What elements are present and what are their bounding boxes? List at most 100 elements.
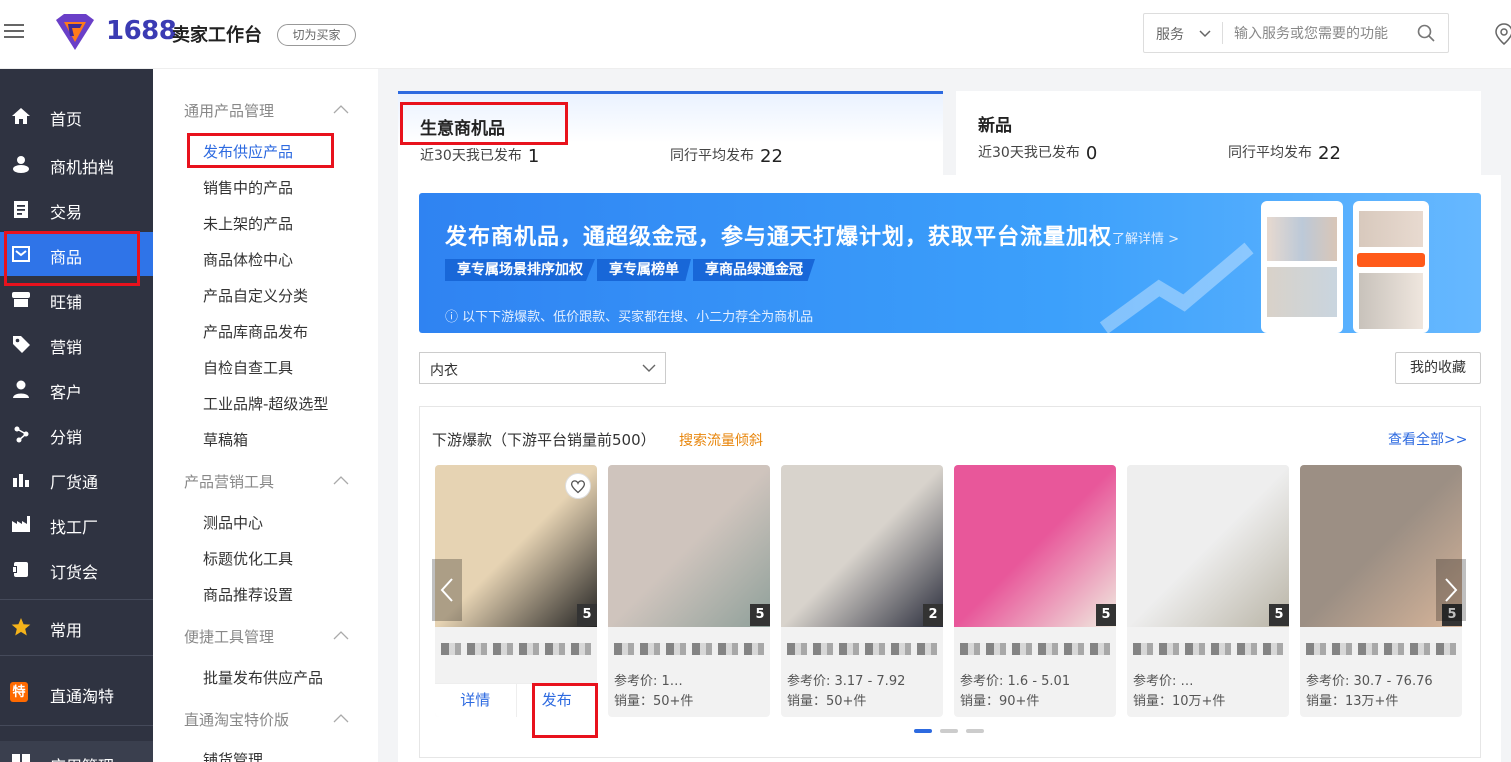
submenu-item-recommend-settings[interactable]: 商品推荐设置 [203,584,293,605]
submenu-item-title-optimize[interactable]: 标题优化工具 [203,548,293,569]
clipboard-icon [14,201,28,218]
sidebar-item-label: 交易 [50,203,83,222]
product-card[interactable]: 5 参考价: 1.6 - 5.01 销量：90+件 [954,465,1116,717]
my-favorites-button[interactable]: 我的收藏 [1395,352,1481,384]
chevron-left-icon [440,578,453,602]
product-title-blurred [441,643,591,655]
sidebar-item-label: 旺铺 [50,293,83,312]
submenu-item-on-sale[interactable]: 销售中的产品 [203,177,293,198]
location-icon[interactable] [1494,22,1511,46]
chevron-up-icon[interactable] [333,713,349,723]
image-count-badge: 5 [1269,604,1289,626]
sidebar-item-common[interactable]: 常用 [0,605,153,649]
sidebar-item-label: 客户 [50,383,83,402]
sidebar-item-home[interactable]: 首页 [0,94,153,138]
product-image[interactable] [954,465,1116,627]
favorite-heart-icon[interactable] [565,473,591,499]
card-actions: 详情 发布 [435,683,597,717]
tab-stat-published: 近30天我已发布 1 [420,146,540,167]
taobao-special-icon: 特 [10,682,28,702]
product-card[interactable]: 5 参考价: … 销量：10万+件 [1127,465,1289,717]
promo-banner[interactable]: 发布商机品，通超级金冠，参与通天打爆计划，获取平台流量加权 了解详情 > 享专属… [419,193,1481,333]
app-preview-image [1353,201,1429,333]
submenu-item-custom-category[interactable]: 产品自定义分类 [203,285,308,306]
sidebar-item-trade[interactable]: 交易 [0,187,153,231]
detail-button[interactable]: 详情 [435,684,516,717]
tab-business-products[interactable]: 生意商机品 近30天我已发布 1 同行平均发布 22 [398,91,943,175]
pagination-dot[interactable] [914,729,932,733]
store-icon [12,292,30,307]
sidebar-item-store[interactable]: 旺铺 [0,277,153,321]
product-title-blurred [1306,643,1456,655]
sidebar-item-taobao-special[interactable]: 特 直通淘特 [0,671,153,715]
brand-text: 卖家工作台 [172,25,262,46]
chevron-up-icon[interactable] [333,104,349,114]
image-count-badge: 2 [923,604,943,626]
submenu-item-drafts[interactable]: 草稿箱 [203,429,248,450]
product-card[interactable]: 2 参考价: 3.17 - 7.92 销量：50+件 [781,465,943,717]
partner-icon [13,156,29,173]
sidebar-item-distribution[interactable]: 分销 [0,412,153,456]
chevron-up-icon[interactable] [333,475,349,485]
product-card[interactable]: 5 参考价: 1… 销量：50+件 [608,465,770,717]
sidebar-item-order-fair[interactable]: 订货会 [0,547,153,591]
banner-tag: 享专属场景排序加权 [445,259,595,281]
submenu-item-batch-publish[interactable]: 批量发布供应产品 [203,667,323,688]
sidebar-item-app-management[interactable]: 应用管理 [0,741,153,762]
submenu-item-industrial-brand[interactable]: 工业品牌-超级选型 [203,393,328,414]
submenu-item-self-check[interactable]: 自检自查工具 [203,357,293,378]
submenu-item-test-center[interactable]: 测品中心 [203,512,263,533]
divider [0,599,153,600]
submenu-item-unlisted[interactable]: 未上架的产品 [203,213,293,234]
switch-to-buyer-button[interactable]: 切为买家 [277,24,356,46]
view-all-link[interactable]: 查看全部>> [1388,429,1467,449]
product-image[interactable] [608,465,770,627]
product-title-blurred [614,643,764,655]
submenu-group-general[interactable]: 通用产品管理 [184,100,274,121]
distribution-icon [14,426,29,443]
chevron-up-icon[interactable] [333,630,349,640]
menu-collapse-icon[interactable] [4,24,24,42]
submenu-group-quick-tools[interactable]: 便捷工具管理 [184,626,274,647]
tab-stat-peer-avg: 同行平均发布 22 [670,146,783,167]
chevron-down-icon[interactable] [1199,30,1211,38]
search-icon[interactable] [1416,23,1436,43]
submenu-item-library-publish[interactable]: 产品库商品发布 [203,321,308,342]
product-image[interactable] [1127,465,1289,627]
submenu-item-health-check[interactable]: 商品体检中心 [203,249,293,270]
sidebar-item-factory-goods[interactable]: 厂货通 [0,457,153,501]
carousel-prev-button[interactable] [432,559,462,621]
submenu-group-marketing-tools[interactable]: 产品营销工具 [184,471,274,492]
sidebar-item-products[interactable]: 商品 [0,232,153,276]
sidebar-item-marketing[interactable]: 营销 [0,322,153,366]
panel-tag: 搜索流量倾斜 [679,433,763,449]
chevron-right-icon [1445,578,1458,602]
submenu-item-distribution-manage[interactable]: 铺货管理 [203,749,263,762]
pagination-dot[interactable] [940,729,958,733]
product-image[interactable] [781,465,943,627]
submenu-group-taobao-special[interactable]: 直通淘宝特价版 [184,709,289,730]
sales-volume: 销量：90+件 [960,694,1040,709]
tab-content: 发布商机品，通超级金冠，参与通天打爆计划，获取平台流量加权 了解详情 > 享专属… [398,175,1501,762]
search-category-select[interactable]: 服务 [1156,24,1184,44]
banner-tag: 享专属榜单 [597,259,691,281]
sidebar-item-customers[interactable]: 客户 [0,367,153,411]
submenu-item-publish[interactable]: 发布供应产品 [203,141,293,162]
main-content: 生意商机品 近30天我已发布 1 同行平均发布 22 新品 近30天我已发布 0 同行… [378,69,1511,762]
divider [0,725,153,726]
sidebar-item-find-factory[interactable]: 找工厂 [0,502,153,546]
tab-new-products[interactable]: 新品 近30天我已发布 0 同行平均发布 22 [956,91,1481,175]
sidebar-item-label: 订货会 [50,563,99,582]
category-select[interactable]: 内衣 [419,352,666,384]
banner-note: ⓘ 以下下游爆款、低价跟款、买家都在搜、小二力荐全为商机品 [445,310,814,325]
publish-button[interactable]: 发布 [515,684,598,717]
pagination-dot[interactable] [966,729,984,733]
sidebar-item-partner[interactable]: 商机拍档 [0,142,153,186]
reference-price: 参考价: … [1133,674,1194,689]
divider [0,655,153,656]
sidebar-item-label: 商品 [50,248,83,267]
product-title-blurred [960,643,1110,655]
carousel-next-button[interactable] [1436,559,1466,621]
image-count-badge: 5 [1096,604,1116,626]
search-input[interactable] [1234,22,1409,46]
